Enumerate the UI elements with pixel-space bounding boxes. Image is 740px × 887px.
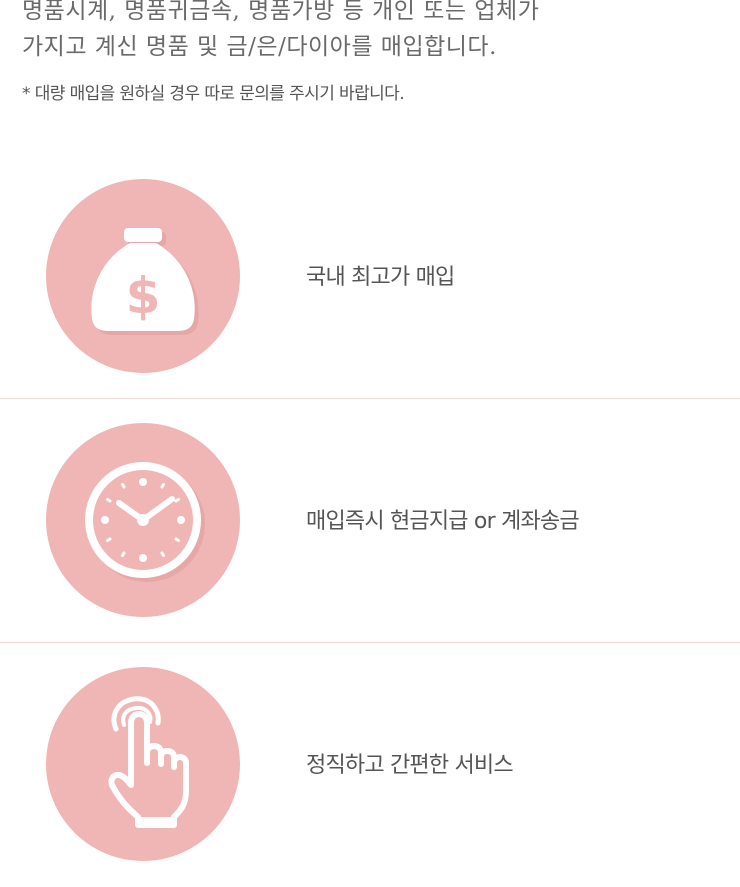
pointing-hand-icon	[108, 696, 189, 828]
feature-item-instant-payment: 매입즉시 현금지급 or 계좌송금	[0, 399, 740, 643]
feature-icon-circle: $	[46, 179, 240, 373]
feature-icon-circle	[46, 667, 240, 861]
feature-label: 국내 최고가 매입	[306, 265, 455, 290]
intro-line-1: 명품시계, 명품귀금속, 명품가방 등 개인 또는 업체가	[22, 0, 540, 24]
feature-label: 정직하고 간편한 서비스	[306, 753, 514, 778]
intro-section: 명품시계, 명품귀금속, 명품가방 등 개인 또는 업체가 가지고 계신 명품 …	[22, 0, 722, 104]
feature-label: 매입즉시 현금지급 or 계좌송금	[306, 509, 580, 534]
feature-item-honest-service: 정직하고 간편한 서비스	[0, 643, 740, 887]
svg-text:$: $	[126, 267, 161, 325]
intro-line-2: 가지고 계신 명품 및 금/은/다이아를 매입합니다.	[22, 34, 497, 60]
bulk-purchase-note: * 대량 매입을 원하실 경우 따로 문의를 주시기 바랍니다.	[22, 84, 405, 104]
money-bag-icon: $	[91, 228, 199, 335]
clock-icon	[85, 462, 205, 582]
feature-icon-circle	[46, 423, 240, 617]
feature-item-best-price: $ 국내 최고가 매입	[0, 155, 740, 399]
